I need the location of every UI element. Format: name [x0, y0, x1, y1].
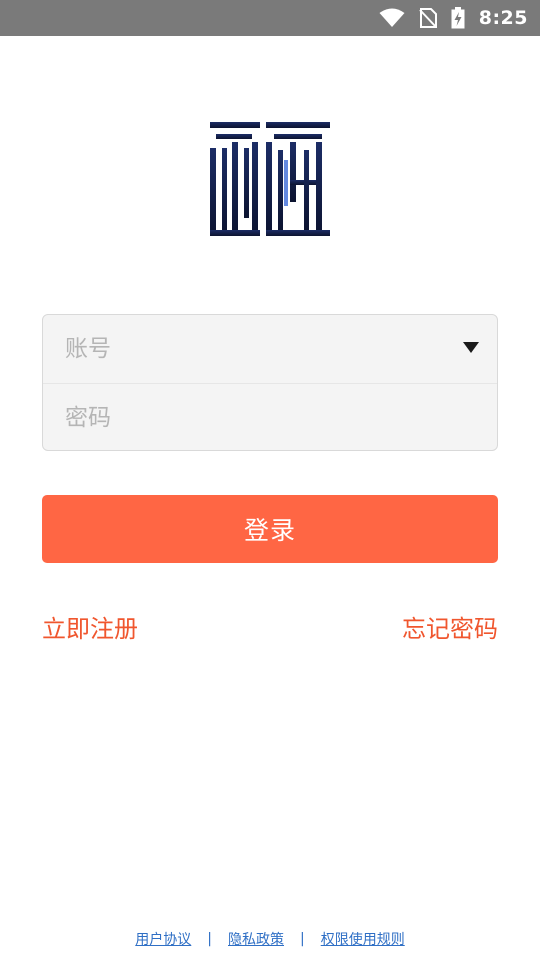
user-agreement-link[interactable]: 用户协议	[135, 929, 191, 949]
login-screen: 8:25 账号 登录 立即注册 忘记密码 用户协议 | 隐私政策 | 权限使用规…	[0, 0, 540, 960]
password-input[interactable]	[43, 384, 497, 450]
privacy-policy-link[interactable]: 隐私政策	[228, 929, 284, 949]
no-sim-icon	[419, 8, 437, 28]
status-time: 8:25	[478, 7, 528, 29]
password-field	[43, 383, 497, 450]
account-input[interactable]	[43, 315, 497, 383]
app-logo	[208, 120, 332, 238]
login-button[interactable]: 登录	[42, 495, 498, 563]
footer-separator: |	[300, 931, 305, 947]
footer-separator: |	[207, 931, 212, 947]
wifi-icon	[379, 8, 405, 28]
battery-charging-icon	[451, 7, 465, 29]
permission-rules-link[interactable]: 权限使用规则	[321, 929, 405, 949]
register-link[interactable]: 立即注册	[42, 609, 138, 644]
status-bar: 8:25	[0, 0, 540, 36]
account-field	[43, 315, 497, 383]
forgot-password-link[interactable]: 忘记密码	[402, 609, 498, 644]
footer-links: 用户协议 | 隐私政策 | 权限使用规则	[0, 928, 540, 950]
login-form	[42, 314, 498, 451]
dropdown-arrow-icon[interactable]	[463, 342, 479, 353]
